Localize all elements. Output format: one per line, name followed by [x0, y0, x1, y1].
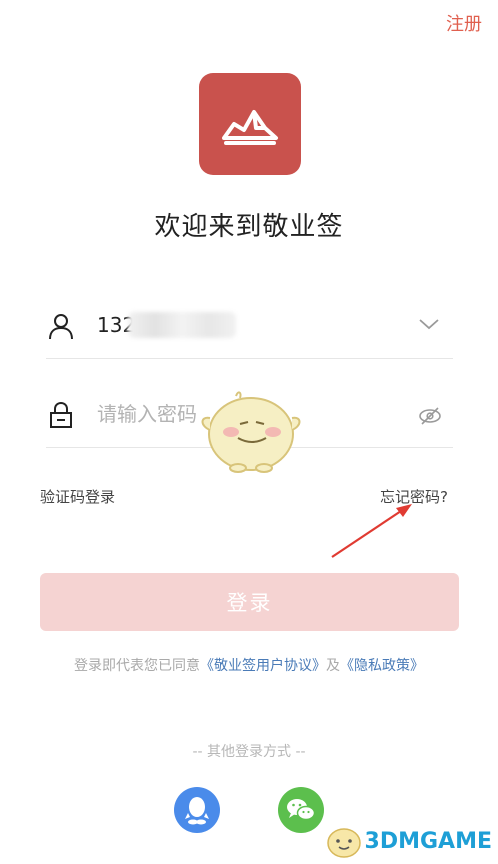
app-logo [199, 73, 301, 175]
user-agreement-link[interactable]: 《敬业签用户协议》 [200, 658, 326, 674]
account-dropdown-chevron-icon[interactable] [418, 316, 440, 332]
qq-login-button[interactable] [174, 787, 220, 833]
phone-number-blur [128, 312, 236, 338]
login-button[interactable]: 登录 [40, 573, 459, 631]
wechat-icon [287, 799, 316, 821]
welcome-title: 欢迎来到敬业签 [154, 212, 344, 242]
privacy-policy-link[interactable]: 《隐私政策》 [340, 658, 424, 674]
agreement-and: 及 [326, 658, 340, 674]
watermark-text: 3DMGAME [364, 828, 492, 854]
lock-icon [46, 400, 76, 430]
phone-divider [46, 358, 453, 359]
wechat-login-button[interactable] [278, 787, 324, 833]
user-icon [46, 311, 76, 341]
agreement-text: 登录即代表您已同意《敬业签用户协议》及《隐私政策》 [0, 655, 498, 675]
mascot-sticker-image [196, 386, 306, 476]
other-login-label: -- 其他登录方式 -- [192, 744, 306, 760]
sms-code-login-link[interactable]: 验证码登录 [40, 486, 115, 507]
watermark: 3DMGAME [323, 822, 492, 860]
logo-shape-icon [222, 110, 278, 145]
annotation-arrow-icon [326, 500, 416, 562]
watermark-mascot-icon [326, 828, 361, 858]
eye-hidden-icon[interactable] [417, 403, 443, 429]
qq-icon [185, 797, 209, 825]
agreement-prefix: 登录即代表您已同意 [74, 658, 200, 674]
register-link[interactable]: 注册 [446, 10, 482, 36]
